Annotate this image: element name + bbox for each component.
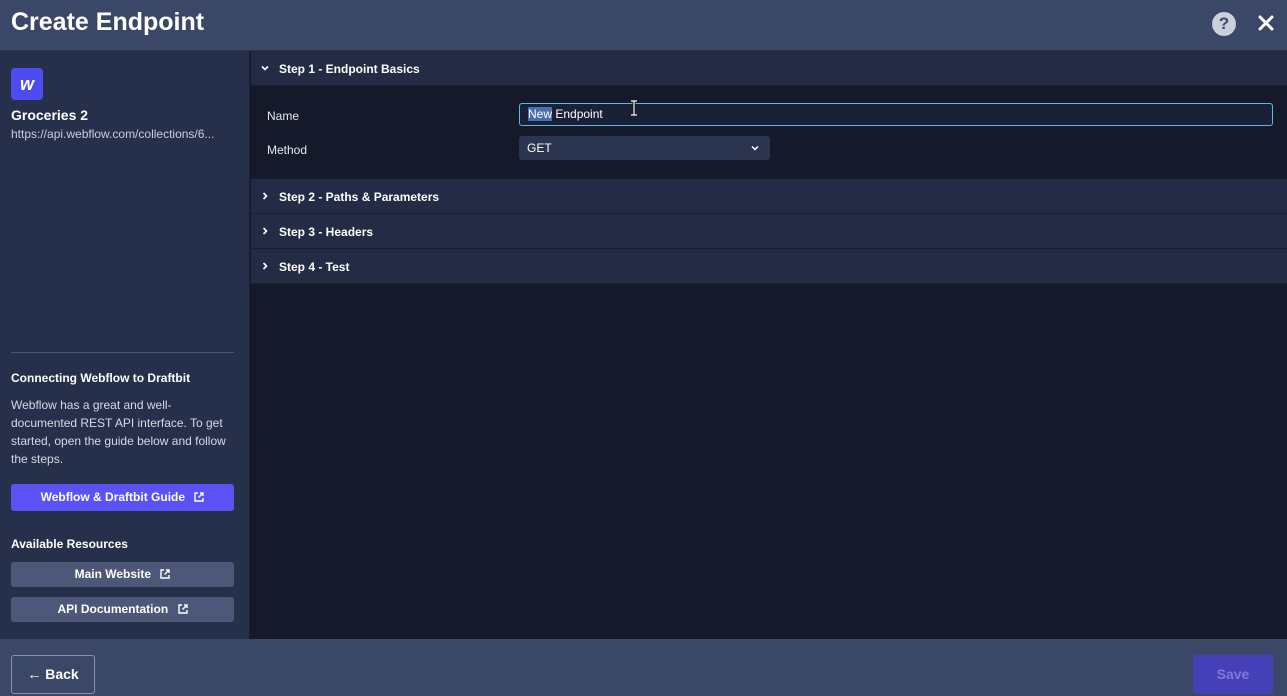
guide-heading: Connecting Webflow to Draftbit: [11, 371, 191, 385]
step-4-label: Step 4 - Test: [279, 260, 350, 274]
main-website-button[interactable]: Main Website: [11, 562, 234, 587]
sidebar-divider: [11, 352, 234, 353]
chevron-down-icon: [261, 65, 269, 71]
step-2-label: Step 2 - Paths & Parameters: [279, 190, 440, 204]
external-link-icon: [194, 492, 205, 502]
main-panel: Step 1 - Endpoint Basics Name New Endpoi…: [251, 51, 1287, 639]
help-icon[interactable]: ?: [1212, 12, 1236, 36]
webflow-logo-icon: w: [11, 68, 43, 100]
resources-heading: Available Resources: [11, 537, 128, 551]
method-value: GET: [527, 141, 552, 155]
footer-bar: ← Back Save: [0, 639, 1287, 696]
step-1-header[interactable]: Step 1 - Endpoint Basics: [251, 51, 1287, 86]
header-bar: Create Endpoint ?: [0, 0, 1287, 51]
save-button[interactable]: Save: [1193, 655, 1273, 694]
chevron-right-icon: [262, 262, 268, 270]
name-label: Name: [267, 109, 300, 123]
step-4-header[interactable]: Step 4 - Test: [251, 249, 1287, 284]
step-3-header[interactable]: Step 3 - Headers: [251, 214, 1287, 249]
sidebar: w Groceries 2 https://api.webflow.com/co…: [0, 51, 250, 639]
external-link-icon: [177, 604, 188, 614]
api-documentation-label: API Documentation: [57, 602, 169, 616]
method-label: Method: [267, 143, 308, 157]
main-website-label: Main Website: [74, 567, 152, 581]
guide-text: Webflow has a great and well-documented …: [11, 398, 226, 466]
name-selected-text: New: [528, 107, 553, 121]
guide-button-label: Webflow & Draftbit Guide: [40, 490, 186, 504]
guide-button[interactable]: Webflow & Draftbit Guide: [11, 484, 234, 511]
external-link-icon: [160, 569, 171, 579]
close-icon[interactable]: [1256, 13, 1276, 33]
step-1-body: Name New Endpoint Method GET: [251, 86, 1287, 179]
chevron-right-icon: [262, 227, 268, 235]
page-title: Create Endpoint: [11, 8, 205, 36]
collection-name: Groceries 2: [11, 107, 89, 123]
step-1-label: Step 1 - Endpoint Basics: [279, 62, 420, 76]
method-select[interactable]: GET: [519, 136, 770, 160]
name-rest-text: Endpoint: [552, 107, 603, 121]
api-documentation-button[interactable]: API Documentation: [11, 597, 234, 622]
chevron-right-icon: [262, 192, 268, 200]
collection-url: https://api.webflow.com/collections/6...: [11, 127, 215, 141]
text-cursor-icon: [631, 100, 637, 116]
back-button[interactable]: ← Back: [11, 655, 95, 694]
step-3-label: Step 3 - Headers: [279, 225, 374, 239]
chevron-down-icon: [751, 145, 759, 151]
step-2-header[interactable]: Step 2 - Paths & Parameters: [251, 179, 1287, 214]
